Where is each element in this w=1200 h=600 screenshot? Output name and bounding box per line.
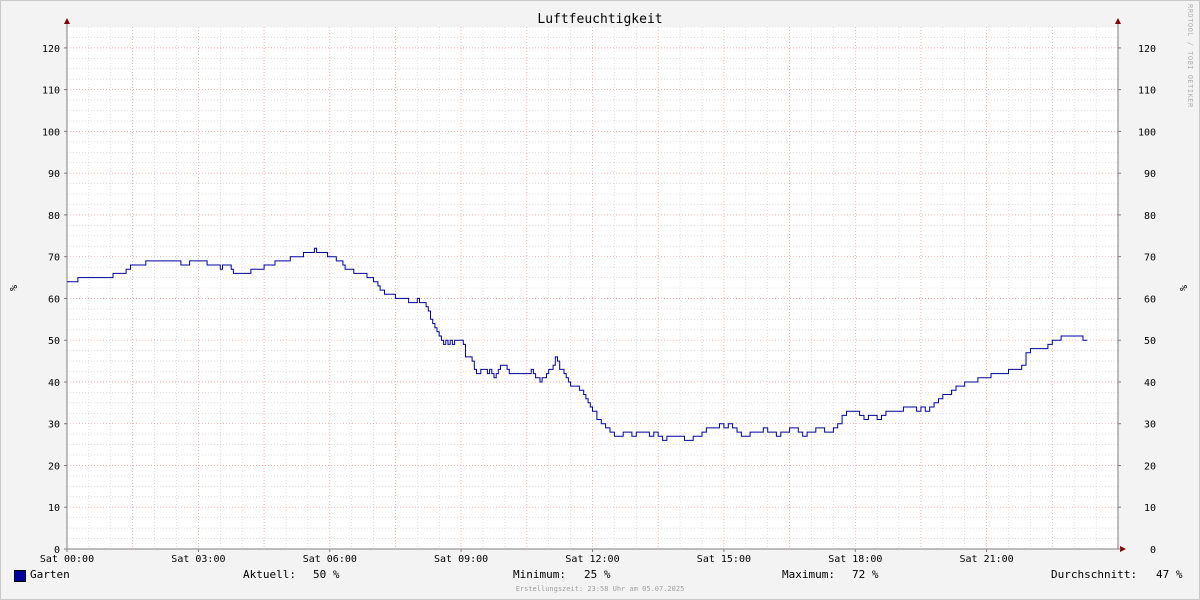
x-tick-label: Sat 09:00 [434, 554, 488, 565]
y-tick-label: 120 [42, 44, 60, 55]
x-tick-label: Sat 15:00 [697, 554, 751, 565]
y-tick-label: 110 [42, 86, 60, 97]
legend-max-value: 72 % [852, 568, 879, 581]
y-tick-label: 20 [48, 462, 60, 473]
y-tick-label: 30 [48, 420, 60, 431]
legend-avg-label: Durchschnitt: [1051, 568, 1138, 581]
x-tick-label: Sat 03:00 [171, 554, 225, 565]
y-tick-label: 80 [1144, 211, 1156, 222]
y-tick-label: 40 [48, 378, 60, 389]
chart-svg: 0 10 20 30 40 50 60 70 80 90 100 110 120 0 10 20 30 40 50… [7, 12, 1188, 565]
y-tick-label: 70 [48, 253, 60, 264]
y-tick-label: 100 [42, 127, 60, 138]
legend-max-label: Maximum: [782, 568, 835, 581]
x-tick-label: Sat 18:00 [828, 554, 882, 565]
y-axis-arrow-right [1115, 18, 1121, 24]
chart-title: Luftfeuchtigkeit [537, 12, 662, 27]
x-tick-labels: Sat 00:00 Sat 03:00 Sat 06:00 Sat 09:00 Sat … [40, 554, 1014, 565]
legend-avg-value: 47 % [1156, 568, 1183, 581]
y-tick-labels-right: 0 10 20 30 40 50 60 70 80 90 100 110 120 [1138, 44, 1156, 556]
legend-min-label: Minimum: [513, 568, 566, 581]
y-tick-label: 50 [1144, 336, 1156, 347]
y-axis-arrow-left [64, 18, 70, 24]
y-tick-label: 30 [1144, 420, 1156, 431]
y-tick-label: 50 [48, 336, 60, 347]
y-tick-label: 70 [1144, 253, 1156, 264]
legend-current-label: Aktuell: [243, 568, 296, 581]
legend-min-value: 25 % [584, 568, 611, 581]
y-tick-labels-left: 0102030405060708090100110120 [42, 44, 60, 556]
y-tick-label: 90 [48, 169, 60, 180]
y-tick-label: 90 [1144, 169, 1156, 180]
y-tick-label: 10 [48, 503, 60, 514]
legend-current-value: 50 % [313, 568, 340, 581]
y-tick-label: 120 [1138, 44, 1156, 55]
y-tick-label: 60 [1144, 294, 1156, 305]
x-tick-label: Sat 00:00 [40, 554, 94, 565]
creation-timestamp: Erstellungszeit: 23:58 Uhr am 05.07.2025 [515, 585, 685, 593]
y-tick-label: 100 [1138, 127, 1156, 138]
y-axis-label-left: % [7, 285, 18, 291]
x-tick-label: Sat 06:00 [303, 554, 357, 565]
watermark-text: RRDTOOL / TOBI OETIKER [1186, 4, 1194, 108]
y-tick-label: 10 [1144, 503, 1156, 514]
x-tick-label: Sat 21:00 [960, 554, 1014, 565]
y-tick-label: 60 [48, 294, 60, 305]
y-tick-label: 110 [1138, 86, 1156, 97]
legend-series-name: Garten [30, 568, 70, 581]
y-tick-label: 40 [1144, 378, 1156, 389]
y-tick-label: 0 [1150, 545, 1156, 556]
y-tick-label: 20 [1144, 462, 1156, 473]
y-axis-label-right: % [1177, 285, 1188, 291]
y-tick-label: 80 [48, 211, 60, 222]
x-tick-label: Sat 12:00 [565, 554, 619, 565]
legend: Garten Aktuell: 50 % Minimum: 25 % Maxim… [0, 568, 1200, 584]
